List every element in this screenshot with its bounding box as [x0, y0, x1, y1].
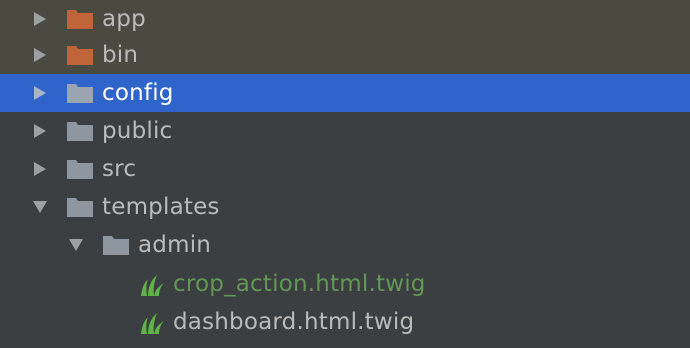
- expand-arrow-icon[interactable]: [31, 46, 49, 64]
- tree-item-config[interactable]: config: [0, 74, 690, 112]
- tree-item-bin[interactable]: bin: [0, 36, 690, 74]
- folder-excluded-icon: [65, 6, 95, 32]
- collapse-arrow-icon[interactable]: [31, 198, 49, 216]
- tree-item-label: dashboard.html.twig: [173, 309, 415, 335]
- expand-arrow-icon[interactable]: [31, 10, 49, 28]
- tree-item-label: templates: [102, 194, 220, 220]
- tree-item-label: crop_action.html.twig: [173, 271, 426, 297]
- tree-item-label: src: [102, 156, 137, 182]
- collapse-arrow-icon[interactable]: [67, 236, 85, 254]
- tree-item-label: config: [102, 80, 174, 106]
- tree-item-public[interactable]: public: [0, 112, 690, 150]
- expand-arrow-icon[interactable]: [31, 160, 49, 178]
- tree-item-label: public: [102, 118, 173, 144]
- folder-excluded-icon: [65, 42, 95, 68]
- folder-icon: [65, 156, 95, 182]
- expand-arrow-icon[interactable]: [31, 84, 49, 102]
- tree-item-label: app: [102, 6, 146, 32]
- folder-icon: [65, 80, 95, 106]
- tree-item-label: bin: [102, 42, 139, 68]
- tree-item-crop-action-twig[interactable]: crop_action.html.twig: [0, 265, 690, 303]
- twig-file-icon: [137, 309, 167, 335]
- tree-item-app[interactable]: app: [0, 0, 690, 38]
- tree-item-label: admin: [138, 232, 212, 258]
- tree-item-src[interactable]: src: [0, 150, 690, 188]
- tree-item-dashboard-twig[interactable]: dashboard.html.twig: [0, 303, 690, 341]
- tree-item-templates[interactable]: templates: [0, 188, 690, 226]
- folder-icon: [65, 118, 95, 144]
- expand-arrow-icon[interactable]: [31, 122, 49, 140]
- folder-icon: [101, 232, 131, 258]
- folder-icon: [65, 194, 95, 220]
- twig-file-icon: [137, 271, 167, 297]
- tree-item-admin[interactable]: admin: [0, 226, 690, 264]
- project-tree: app bin config public src templates admi…: [0, 0, 690, 348]
